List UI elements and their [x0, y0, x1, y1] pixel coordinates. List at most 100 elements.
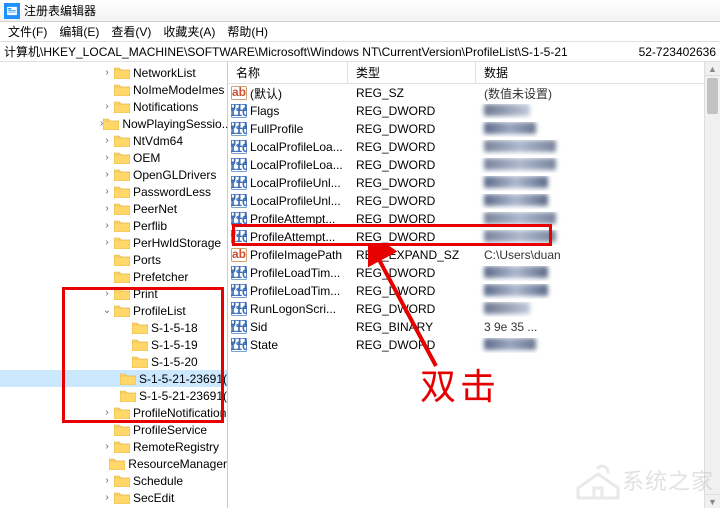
scroll-thumb[interactable] [707, 78, 718, 114]
value-row[interactable]: 011110FlagsREG_DWORD [228, 102, 720, 120]
value-row[interactable]: 011110FullProfileREG_DWORD [228, 120, 720, 138]
svg-text:ab: ab [232, 86, 246, 99]
tree-node-label: SecEdit [133, 491, 174, 505]
chevron-right-icon[interactable]: › [100, 237, 114, 248]
redacted-data [484, 122, 536, 134]
value-row[interactable]: 011110ProfileLoadTim...REG_DWORD [228, 282, 720, 300]
tree-node[interactable]: S-1-5-20 [0, 353, 227, 370]
svg-text:110: 110 [231, 285, 247, 298]
value-row[interactable]: 011110StateREG_DWORD [228, 336, 720, 354]
value-row[interactable]: ab(默认)REG_SZ(数值未设置) [228, 84, 720, 102]
menu-file[interactable]: 文件(F) [2, 21, 53, 42]
tree-node[interactable]: NoImeModeImes [0, 81, 227, 98]
tree-node[interactable]: Ports [0, 251, 227, 268]
chevron-right-icon[interactable]: › [100, 475, 114, 486]
tree-node-label: NtVdm64 [133, 134, 183, 148]
chevron-right-icon[interactable]: › [100, 186, 114, 197]
value-type: REG_DWORD [348, 158, 476, 172]
value-type: REG_BINARY [348, 320, 476, 334]
value-name: State [250, 338, 348, 352]
menu-help[interactable]: 帮助(H) [221, 21, 274, 42]
value-row[interactable]: abProfileImagePathREG_EXPAND_SZC:\Users\… [228, 246, 720, 264]
value-row[interactable]: 011110LocalProfileLoa...REG_DWORD [228, 138, 720, 156]
column-type[interactable]: 类型 [348, 62, 476, 83]
value-type: REG_SZ [348, 86, 476, 100]
chevron-right-icon[interactable]: › [100, 152, 114, 163]
value-row[interactable]: 011110LocalProfileUnl...REG_DWORD [228, 192, 720, 210]
folder-icon [114, 304, 130, 318]
menu-favorites[interactable]: 收藏夹(A) [157, 21, 221, 42]
tree-node-label: Ports [133, 253, 161, 267]
chevron-right-icon[interactable]: › [100, 101, 114, 112]
svg-text:110: 110 [231, 177, 247, 190]
chevron-right-icon[interactable]: › [100, 288, 114, 299]
chevron-down-icon[interactable]: ⌄ [100, 305, 114, 316]
folder-icon [109, 457, 125, 471]
menu-edit[interactable]: 编辑(E) [53, 21, 105, 42]
tree-node-label: Print [133, 287, 158, 301]
tree-node[interactable]: ⌄ProfileList [0, 302, 227, 319]
tree-node[interactable]: › OpenGLDrivers [0, 166, 227, 183]
value-row[interactable]: 011110ProfileAttempt...REG_DWORD [228, 210, 720, 228]
tree-node[interactable]: › Print [0, 285, 227, 302]
address-tail: 52-723402636 [639, 45, 716, 59]
binary-value-icon: 011110 [230, 122, 248, 136]
tree-node[interactable]: ResourceManager [0, 455, 227, 472]
chevron-right-icon[interactable]: › [100, 67, 114, 78]
redacted-data [484, 194, 548, 206]
value-row[interactable]: 011110ProfileLoadTim...REG_DWORD [228, 264, 720, 282]
chevron-right-icon[interactable]: › [100, 169, 114, 180]
tree-node-label: Perflib [133, 219, 167, 233]
tree-node-label: S-1-5-18 [151, 321, 198, 335]
tree-node[interactable]: ›RemoteRegistry [0, 438, 227, 455]
tree-node[interactable]: Prefetcher [0, 268, 227, 285]
address-bar[interactable]: 计算机\HKEY_LOCAL_MACHINE\SOFTWARE\Microsof… [0, 42, 720, 62]
svg-text:110: 110 [231, 231, 247, 244]
value-data [476, 212, 720, 227]
value-row[interactable]: 011110ProfileAttempt...REG_DWORD [228, 228, 720, 246]
menu-view[interactable]: 查看(V) [105, 21, 157, 42]
column-name[interactable]: 名称 [228, 62, 348, 83]
tree-node[interactable]: › NtVdm64 [0, 132, 227, 149]
tree-node[interactable]: ›PerHwIdStorage [0, 234, 227, 251]
scroll-up-icon[interactable]: ▲ [705, 62, 720, 76]
value-name: LocalProfileUnl... [250, 194, 348, 208]
tree-node[interactable]: › SecEdit [0, 489, 227, 506]
tree-node[interactable]: S-1-5-21-23691( [0, 387, 227, 404]
tree-node[interactable]: ›PeerNet [0, 200, 227, 217]
tree-node-label: OpenGLDrivers [133, 168, 216, 182]
tree-node[interactable]: ProfileService [0, 421, 227, 438]
value-row[interactable]: 011110LocalProfileLoa...REG_DWORD [228, 156, 720, 174]
tree-node[interactable]: › Perflib [0, 217, 227, 234]
folder-icon [114, 219, 130, 233]
tree-node[interactable]: S-1-5-19 [0, 336, 227, 353]
column-data[interactable]: 数据 [476, 62, 720, 83]
value-row[interactable]: 011110RunLogonScri...REG_DWORD [228, 300, 720, 318]
chevron-right-icon[interactable]: › [100, 135, 114, 146]
value-type: REG_DWORD [348, 140, 476, 154]
tree-node[interactable]: ›Notifications [0, 98, 227, 115]
chevron-right-icon[interactable]: › [100, 203, 114, 214]
tree-node[interactable]: ›ProfileNotification [0, 404, 227, 421]
tree-node[interactable]: ›OEM [0, 149, 227, 166]
string-value-icon: ab [230, 86, 248, 100]
binary-value-icon: 011110 [230, 302, 248, 316]
chevron-right-icon[interactable]: › [100, 220, 114, 231]
chevron-right-icon[interactable]: › [100, 441, 114, 452]
tree-node[interactable]: S-1-5-18 [0, 319, 227, 336]
tree-node[interactable]: ›NowPlayingSessio... [0, 115, 227, 132]
tree-node[interactable]: S-1-5-21-23691( [0, 370, 227, 387]
value-row[interactable]: 011110LocalProfileUnl...REG_DWORD [228, 174, 720, 192]
scrollbar-vertical[interactable]: ▲ ▼ [704, 62, 720, 508]
svg-text:110: 110 [231, 141, 247, 154]
chevron-right-icon[interactable]: › [100, 407, 114, 418]
chevron-right-icon[interactable]: › [100, 492, 114, 503]
value-row[interactable]: 011110SidREG_BINARY3 9e 35 ... [228, 318, 720, 336]
tree-node-label: S-1-5-20 [151, 355, 198, 369]
binary-value-icon: 011110 [230, 320, 248, 334]
value-type: REG_DWORD [348, 284, 476, 298]
tree-node[interactable]: ›PasswordLess [0, 183, 227, 200]
tree-node[interactable]: ›Schedule [0, 472, 227, 489]
value-name: ProfileAttempt... [250, 212, 348, 226]
tree-node[interactable]: ›NetworkList [0, 64, 227, 81]
